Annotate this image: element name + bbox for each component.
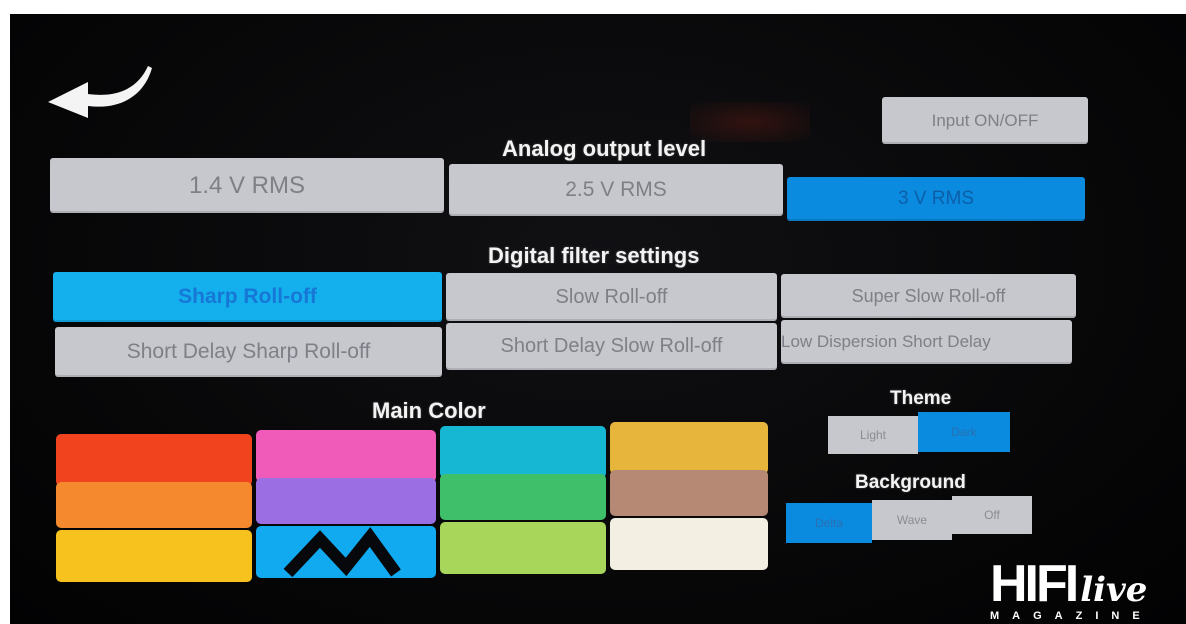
background-off-option[interactable]: Off [952,496,1032,534]
input-on-off-button[interactable]: Input ON/OFF [882,97,1088,144]
background-delta-option[interactable]: Delta [786,503,872,543]
color-swatch[interactable] [56,434,252,486]
analog-option-3v-button[interactable]: 3 V RMS [787,177,1085,221]
color-swatch[interactable] [610,470,768,516]
digital-filter-heading: Digital filter settings [488,243,700,268]
background-wave-option[interactable]: Wave [872,500,952,540]
filter-sharp-rolloff-button[interactable]: Sharp Roll-off [53,272,442,322]
color-swatch[interactable] [440,474,606,520]
theme-dark-option[interactable]: Dark [918,412,1010,452]
back-arrow-icon [48,66,152,118]
color-swatch[interactable] [610,518,768,570]
back-button[interactable] [40,58,160,122]
image-border-left [0,0,10,624]
image-border-top [0,0,1186,14]
color-swatch[interactable] [256,430,436,482]
screen-reflection [690,102,810,142]
color-swatch[interactable] [56,530,252,582]
filter-slow-rolloff-button[interactable]: Slow Roll-off [446,273,777,321]
color-swatch[interactable] [256,478,436,524]
analog-output-heading: Analog output level [502,136,707,161]
analog-option-1-4v-button[interactable]: 1.4 V RMS [50,158,444,213]
analog-option-2-5v-button[interactable]: 2.5 V RMS [449,164,783,216]
logo-brand-text: HIFI [990,555,1079,613]
main-color-heading: Main Color [372,398,486,423]
filter-short-delay-slow-button[interactable]: Short Delay Slow Roll-off [446,323,777,370]
hifi-live-logo: HIFI live MAGAZINE [990,555,1148,622]
selected-swatch-wave-icon [258,525,436,578]
filter-super-slow-rolloff-button[interactable]: Super Slow Roll-off [781,274,1076,318]
color-swatch[interactable] [56,482,252,528]
color-swatch[interactable] [440,426,606,478]
background-heading: Background [855,472,966,493]
logo-tagline: MAGAZINE [990,610,1153,622]
theme-heading: Theme [890,388,952,409]
color-swatch[interactable] [610,422,768,474]
theme-light-option[interactable]: Light [828,416,918,454]
color-swatch[interactable] [440,522,606,574]
filter-short-delay-sharp-button[interactable]: Short Delay Sharp Roll-off [55,327,442,377]
filter-low-dispersion-button[interactable]: Low Dispersion Short Delay [781,320,1072,364]
logo-script-text: live [1080,570,1148,610]
